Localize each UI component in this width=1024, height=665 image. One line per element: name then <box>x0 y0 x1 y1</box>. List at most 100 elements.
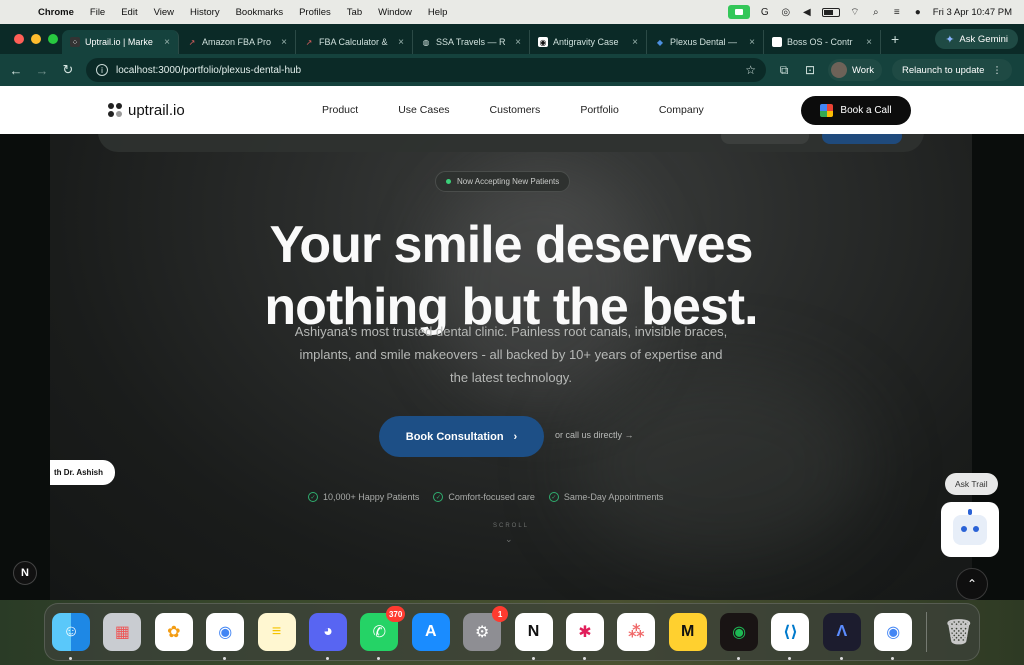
wifi-icon[interactable]: ⌔ <box>849 6 861 18</box>
search-icon[interactable]: ⌕ <box>870 6 882 18</box>
forward-icon[interactable]: → <box>34 63 50 78</box>
tab-plexus-dental[interactable]: ◆ Plexus Dental — × <box>647 30 764 54</box>
notification-badge: 1 <box>492 606 509 622</box>
nav-customers[interactable]: Customers <box>490 104 541 116</box>
menu-profiles[interactable]: Profiles <box>291 7 339 18</box>
dock-whatsapp[interactable]: ✆ 370 <box>360 606 406 660</box>
dock-trash[interactable]: 🗑 <box>940 613 978 651</box>
dock-app-store[interactable]: A <box>411 613 450 651</box>
url-text[interactable]: localhost:3000/portfolio/plexus-dental-h… <box>116 65 301 76</box>
close-window-button[interactable] <box>14 34 24 44</box>
menu-bookmarks[interactable]: Bookmarks <box>228 7 292 18</box>
menu-edit[interactable]: Edit <box>113 7 145 18</box>
dock-vscode[interactable]: ⟨⟩ <box>771 613 810 660</box>
facetime-icon[interactable] <box>727 5 750 19</box>
chat-assistant-button[interactable] <box>941 502 999 557</box>
zoom-window-button[interactable] <box>48 34 58 44</box>
dock-photos[interactable]: ✿ <box>154 613 193 651</box>
relaunch-button[interactable]: Relaunch to update ⋮ <box>892 59 1012 81</box>
doctor-tag[interactable]: th Dr. Ashish <box>50 460 115 485</box>
nav-portfolio[interactable]: Portfolio <box>580 104 619 116</box>
browser-toolbar: ← → ↻ i localhost:3000/portfolio/plexus-… <box>0 54 1024 86</box>
nav-product[interactable]: Product <box>322 104 358 116</box>
notion-icon: N <box>527 623 540 640</box>
menu-help[interactable]: Help <box>420 7 456 18</box>
siri-icon[interactable]: ● <box>912 6 924 18</box>
close-tab-icon[interactable]: × <box>164 37 170 48</box>
new-tab-icon[interactable]: + <box>881 31 909 47</box>
close-tab-icon[interactable]: × <box>281 37 287 48</box>
menu-window[interactable]: Window <box>370 7 420 18</box>
tab-search-icon[interactable]: ⊡ <box>802 63 818 77</box>
bookmark-star-icon[interactable]: ☆ <box>745 63 756 77</box>
dock-system-settings[interactable]: ⚙ 1 <box>463 606 509 651</box>
ask-gemini-button[interactable]: ✦ Ask Gemini <box>935 29 1018 49</box>
airdrop-icon[interactable]: ◎ <box>780 6 792 18</box>
trust-item: ✓ Same-Day Appointments <box>548 492 663 502</box>
reload-icon[interactable]: ↻ <box>60 62 76 78</box>
close-tab-icon[interactable]: × <box>632 37 638 48</box>
dock-asana[interactable]: ⁂ <box>617 613 656 651</box>
back-icon[interactable]: ← <box>8 63 24 78</box>
dock-separator <box>925 612 927 652</box>
close-tab-icon[interactable]: × <box>749 37 755 48</box>
nextjs-dev-badge[interactable]: N <box>13 561 37 585</box>
menubar-clock[interactable]: Fri 3 Apr 10:47 PM <box>933 7 1012 18</box>
more-menu-icon[interactable]: ⋮ <box>992 65 1002 76</box>
macos-dock: ☺ ▦ ✿ ◉ ≡ ◕ ✆ 370 A ⚙ 1 N ✱ ⁂ M ◉ ⟨⟩ Λ ◉ 🗑 <box>44 603 980 661</box>
chevron-up-icon: ⌃ <box>966 577 978 591</box>
antigravity-icon: ◉ <box>538 37 548 47</box>
volume-icon[interactable]: ◀ <box>801 6 813 18</box>
site-header: uptrail.io Product Use Cases Customers P… <box>0 86 1024 134</box>
tab-boss-os[interactable]: Boss OS - Contr × <box>764 30 881 54</box>
book-a-call-button[interactable]: Book a Call <box>801 96 911 125</box>
minimize-window-button[interactable] <box>31 34 41 44</box>
tab-amazon-fba[interactable]: ↗ Amazon FBA Pro × <box>179 30 296 54</box>
menu-app-name[interactable]: Chrome <box>30 7 82 18</box>
close-tab-icon[interactable]: × <box>866 37 872 48</box>
slack-icon: ✱ <box>578 624 592 641</box>
ask-gemini-label: Ask Gemini <box>959 33 1008 45</box>
dock-arc[interactable]: Λ <box>822 613 861 660</box>
book-consultation-button[interactable]: Book Consultation › <box>379 416 544 457</box>
dock-finder[interactable]: ☺ <box>52 613 90 660</box>
grammarly-icon[interactable]: G <box>759 6 771 18</box>
close-tab-icon[interactable]: × <box>515 37 521 48</box>
nav-company[interactable]: Company <box>659 104 704 116</box>
dock-discord[interactable]: ◕ <box>308 613 347 660</box>
discord-icon: ◕ <box>323 623 333 640</box>
check-circle-icon: ✓ <box>548 492 559 502</box>
scroll-to-top-button[interactable]: ⌃ <box>956 568 988 600</box>
tab-ssa-travels[interactable]: ◍ SSA Travels — R × <box>413 30 530 54</box>
dock-notes[interactable]: ≡ <box>257 613 296 651</box>
menu-tab[interactable]: Tab <box>339 7 370 18</box>
dock-spotify[interactable]: ◉ <box>720 613 759 660</box>
dock-notion[interactable]: N <box>514 613 553 660</box>
close-tab-icon[interactable]: × <box>398 37 404 48</box>
control-center-icon[interactable]: ≡ <box>891 6 903 18</box>
address-bar[interactable]: i localhost:3000/portfolio/plexus-dental… <box>86 58 766 82</box>
dock-launchpad[interactable]: ▦ <box>103 613 142 651</box>
menu-history[interactable]: History <box>182 7 228 18</box>
ask-trail-bubble[interactable]: Ask Trail <box>945 473 998 495</box>
dock-chrome[interactable]: ◉ <box>206 613 245 660</box>
call-us-link[interactable]: or call us directly → <box>555 430 634 440</box>
menu-view[interactable]: View <box>146 7 182 18</box>
gemini-spark-icon: ✦ <box>945 33 955 46</box>
tab-uptrail[interactable]: ⁘ Uptrail.io | Marke × <box>62 30 179 54</box>
uptrail-logo[interactable]: uptrail.io <box>108 102 185 119</box>
chevron-right-icon: › <box>513 430 518 443</box>
dock-chrome-2[interactable]: ◉ <box>874 613 913 660</box>
site-info-icon[interactable]: i <box>96 64 108 76</box>
spotify-icon: ◉ <box>732 624 747 641</box>
tab-antigravity[interactable]: ◉ Antigravity Case × <box>530 30 647 54</box>
chrome-icon: ◉ <box>886 624 901 641</box>
extensions-icon[interactable]: ⧉ <box>776 63 792 78</box>
battery-icon[interactable] <box>821 7 840 17</box>
nav-use-cases[interactable]: Use Cases <box>398 104 449 116</box>
dock-miro[interactable]: M <box>668 613 707 651</box>
dock-slack[interactable]: ✱ <box>565 613 604 660</box>
profile-button[interactable]: Work <box>828 59 882 81</box>
menu-file[interactable]: File <box>82 7 113 18</box>
tab-fba-calculator[interactable]: ↗ FBA Calculator & × <box>296 30 413 54</box>
